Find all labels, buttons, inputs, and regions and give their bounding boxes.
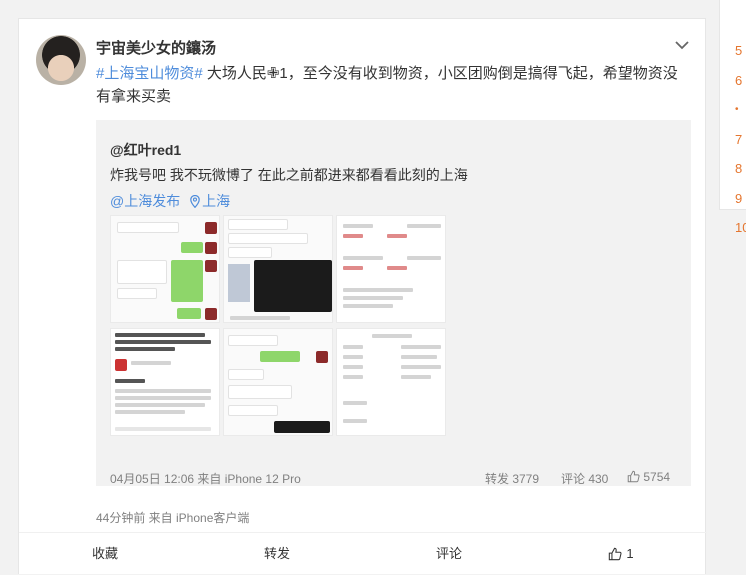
location-link[interactable]: 上海 [202,193,230,209]
image-thumbnail[interactable] [223,328,333,436]
like-count: 1 [626,546,634,561]
reposted-content: @红叶red1 炸我号吧 我不玩微博了 在此之前都进来都看看此刻的上海 @上海发… [96,120,691,486]
weibo-post-card: 宇宙美少女的鑲汤 #上海宝山物资# 大场人民✙1，至今没有收到物资，小区团购倒是… [18,18,707,575]
image-thumbnail[interactable] [336,328,446,436]
image-thumbnail[interactable] [110,328,220,436]
rank-number[interactable]: 9 [735,184,746,214]
hashtag-link[interactable]: #上海宝山物资# [96,65,203,82]
repost-author[interactable]: @红叶red1 [110,140,181,160]
rank-number[interactable]: 5 [735,36,746,66]
hot-rank-numbers: 5 6 • 7 8 9 10 [735,36,746,243]
thumbs-up-icon [627,470,640,483]
comment-count[interactable]: 评论 430 [561,470,608,487]
like-count: 5754 [643,470,671,484]
like-stat[interactable]: 5754 [627,470,670,484]
rank-number[interactable]: 10 [735,213,746,243]
favorite-button[interactable]: 收藏 [19,533,191,575]
repost-time-source[interactable]: 04月05日 12:06 来自 iPhone 12 Pro [110,470,301,487]
username[interactable]: 宇宙美少女的鑲汤 [96,37,216,58]
comment-label: 评论 [435,546,462,561]
mention-link[interactable]: @上海发布 [110,193,180,209]
repost-meta: @上海发布 上海 [110,191,230,211]
repost-text: 炸我号吧 我不玩微博了 在此之前都进来都看看此刻的上海 [110,167,468,183]
post-timestamp[interactable]: 44分钟前 来自 iPhone客户端 [96,509,249,526]
image-grid [110,215,447,440]
favorite-label: 收藏 [91,546,118,561]
right-panel: 5 6 • 7 8 9 10 [719,0,746,235]
like-button[interactable]: 1 [535,533,707,575]
location-pin-icon [190,195,200,208]
action-bar: 收藏 转发 评论 1 [19,532,707,575]
rank-dot: • [735,104,739,115]
rank-number[interactable]: 7 [735,125,746,155]
thumbs-up-icon [609,547,622,561]
image-thumbnail[interactable] [336,215,446,323]
image-thumbnail[interactable] [223,215,333,323]
chevron-down-icon[interactable] [674,37,690,53]
rank-number[interactable]: 6 [735,66,746,96]
rank-number[interactable]: 8 [735,154,746,184]
comment-button[interactable]: 评论 [363,533,535,575]
image-thumbnail[interactable] [110,215,220,323]
repost-count[interactable]: 转发 3779 [485,470,539,487]
avatar[interactable] [36,35,86,85]
repost-button[interactable]: 转发 [191,533,363,575]
repost-label: 转发 [263,546,290,561]
post-text: #上海宝山物资# 大场人民✙1，至今没有收到物资，小区团购倒是搞得飞起，希望物资… [96,62,681,108]
